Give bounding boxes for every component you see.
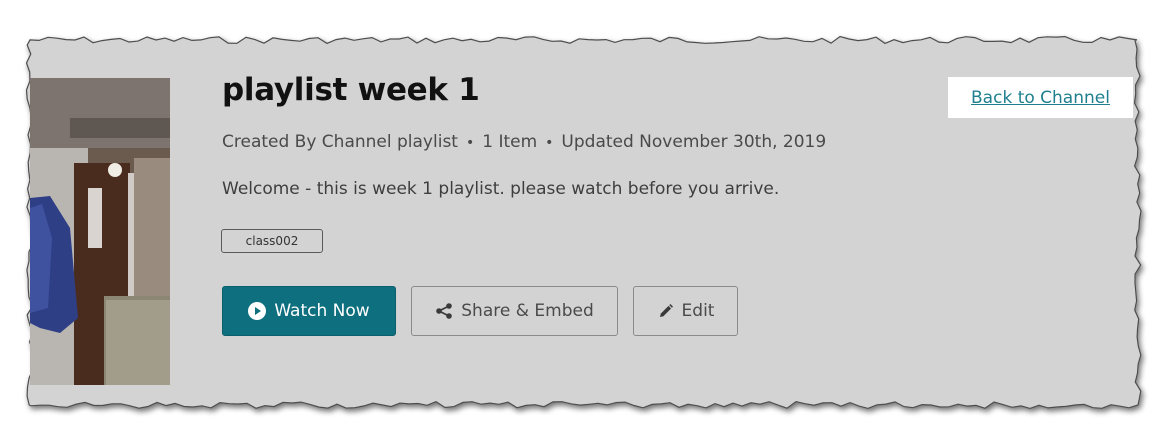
playlist-title: playlist week 1: [222, 72, 480, 108]
watch-now-label: Watch Now: [274, 301, 370, 321]
tag-badge[interactable]: class002: [221, 229, 323, 253]
share-embed-button[interactable]: Share & Embed: [411, 286, 618, 336]
pencil-icon: [657, 303, 674, 320]
playlist-meta: Created By Channel playlist • 1 Item • Updat…: [222, 132, 826, 152]
playlist-thumbnail[interactable]: [30, 78, 170, 385]
torn-edge-panel: [25, 35, 1142, 410]
created-by-text: Created By Channel playlist: [222, 132, 458, 152]
playlist-header-screenshot: playlist week 1 Created By Channel playl…: [0, 0, 1173, 430]
meta-separator: •: [545, 135, 554, 151]
watch-now-button[interactable]: Watch Now: [222, 286, 396, 336]
play-circle-icon: [248, 302, 267, 320]
edit-label: Edit: [681, 301, 715, 321]
share-icon: [435, 302, 453, 320]
share-embed-label: Share & Embed: [461, 301, 594, 321]
back-to-channel-container: Back to Channel: [948, 77, 1133, 118]
playlist-description: Welcome - this is week 1 playlist. pleas…: [222, 179, 780, 199]
back-to-channel-link[interactable]: Back to Channel: [971, 88, 1110, 108]
edit-button[interactable]: Edit: [633, 286, 738, 336]
updated-date-text: Updated November 30th, 2019: [561, 132, 827, 152]
item-count-text: 1 Item: [482, 132, 538, 152]
meta-separator: •: [465, 135, 475, 151]
